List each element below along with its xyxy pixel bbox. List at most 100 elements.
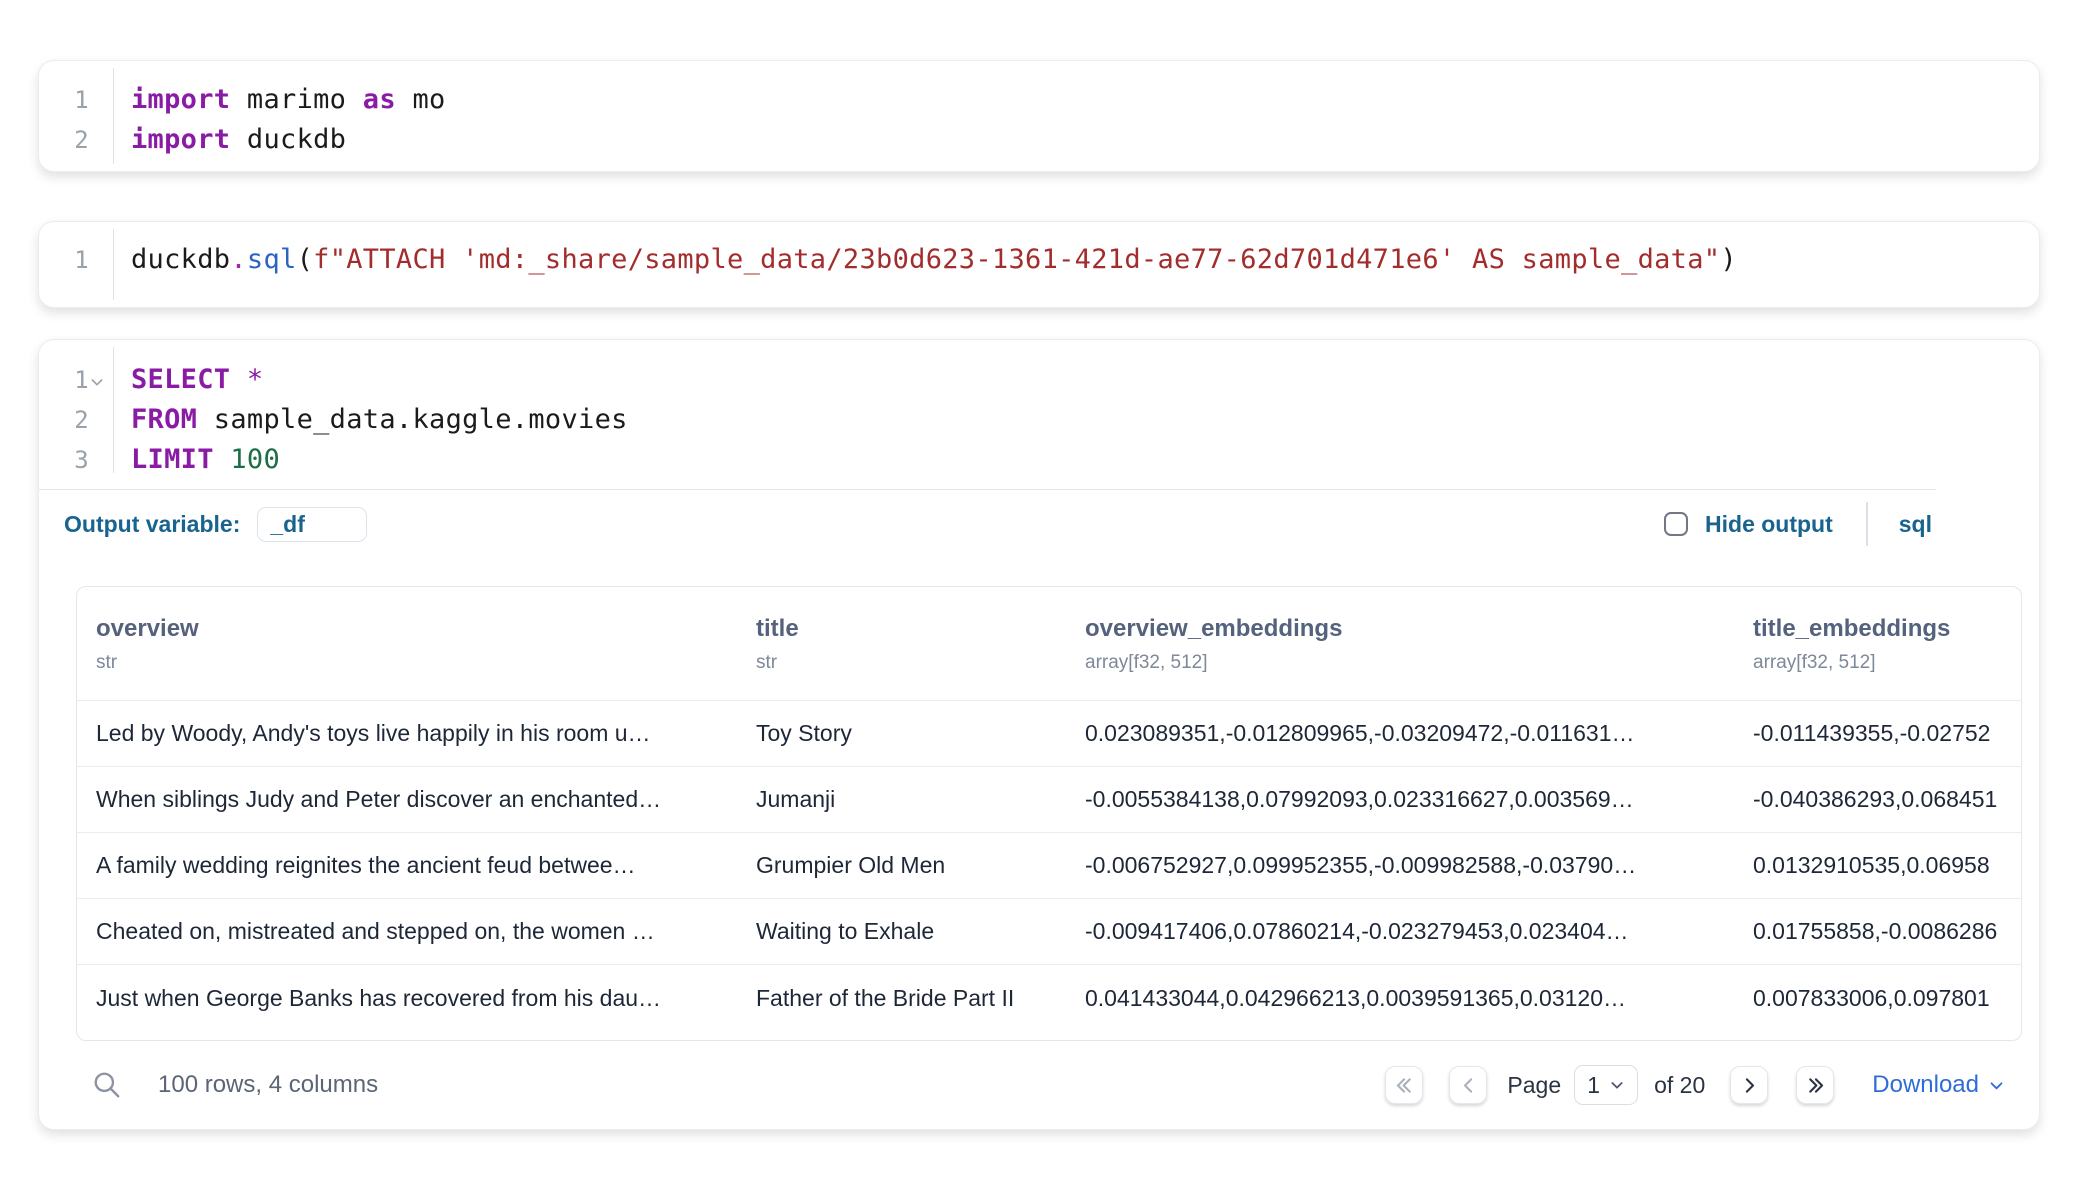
column-header-overview[interactable]: overview str bbox=[77, 615, 737, 674]
table-cell[interactable]: Waiting to Exhale bbox=[737, 918, 1066, 945]
code-token bbox=[214, 444, 231, 475]
table-cell[interactable]: 0.01755858,-0.0086286 bbox=[1734, 918, 2021, 945]
cell-imports: 1 import marimo as mo 2 import duckdb bbox=[38, 60, 2040, 172]
page-total-label: of 20 bbox=[1654, 1072, 1705, 1099]
page-label: Page bbox=[1507, 1072, 1561, 1099]
code-text: import duckdb bbox=[113, 120, 346, 159]
last-page-button[interactable] bbox=[1796, 1066, 1834, 1104]
table-cell[interactable]: 0.023089351,-0.012809965,-0.03209472,-0.… bbox=[1066, 720, 1734, 747]
column-name: title bbox=[756, 615, 1066, 643]
table-cell[interactable]: Grumpier Old Men bbox=[737, 852, 1066, 879]
first-page-button[interactable] bbox=[1385, 1066, 1423, 1104]
code-token: * bbox=[247, 364, 264, 395]
line-number: 2 bbox=[39, 121, 89, 160]
table-cell[interactable]: -0.011439355,-0.02752 bbox=[1734, 720, 2021, 747]
table-footer: 100 rows, 4 columns Page 1 bbox=[39, 1049, 2039, 1121]
table-row: When siblings Judy and Peter discover an… bbox=[77, 767, 2021, 833]
code-line[interactable]: 1 import marimo as mo bbox=[39, 80, 2039, 120]
table-row: Led by Woody, Andy's toys live happily i… bbox=[77, 701, 2021, 767]
line-number: 1 bbox=[39, 361, 89, 400]
page-select-value: 1 bbox=[1587, 1072, 1600, 1099]
table-cell[interactable]: 0.041433044,0.042966213,0.0039591365,0.0… bbox=[1066, 985, 1734, 1012]
cell-output-controls: Hide output sql bbox=[1664, 502, 1932, 546]
table-cell[interactable]: -0.040386293,0.068451 bbox=[1734, 786, 2021, 813]
line-number: 2 bbox=[39, 401, 89, 440]
chevron-right-icon bbox=[1739, 1075, 1760, 1096]
column-dtype: str bbox=[96, 652, 737, 674]
table-row: A family wedding reignites the ancient f… bbox=[77, 833, 2021, 899]
search-icon[interactable] bbox=[92, 1070, 122, 1100]
table-cell[interactable]: Led by Woody, Andy's toys live happily i… bbox=[77, 720, 737, 747]
code-text: LIMIT 100 bbox=[113, 440, 280, 479]
pagination: Page 1 of 20 bbox=[1385, 1065, 2005, 1105]
code-token: import bbox=[131, 84, 230, 115]
code-token: mo bbox=[396, 84, 446, 115]
cell-attach: 1duckdb.sql(f"ATTACH 'md:_share/sample_d… bbox=[38, 221, 2040, 308]
code-token: 100 bbox=[230, 444, 280, 475]
column-dtype: array[f32, 512] bbox=[1753, 652, 2021, 674]
chevron-down-icon bbox=[1988, 1077, 2005, 1094]
table-footer-left: 100 rows, 4 columns bbox=[92, 1070, 378, 1100]
hide-output-checkbox[interactable] bbox=[1664, 512, 1688, 536]
output-variable-group: Output variable: bbox=[64, 507, 367, 542]
code-line[interactable]: 3LIMIT 100 bbox=[39, 440, 2039, 480]
language-toggle-sql[interactable]: sql bbox=[1899, 511, 1932, 538]
column-header-overview_embeddings[interactable]: overview_embeddingsarray[f32, 512] bbox=[1066, 615, 1734, 674]
column-name: overview bbox=[96, 615, 737, 643]
line-number: 1 bbox=[39, 81, 89, 120]
code-editor-attach[interactable]: 1duckdb.sql(f"ATTACH 'md:_share/sample_d… bbox=[39, 222, 2039, 307]
table-cell[interactable]: 0.007833006,0.097801 bbox=[1734, 985, 2021, 1012]
gutter-divider bbox=[113, 347, 114, 473]
table-cell[interactable]: -0.0055384138,0.07992093,0.023316627,0.0… bbox=[1066, 786, 1734, 813]
code-token: SELECT bbox=[131, 364, 230, 395]
code-token: LIMIT bbox=[131, 444, 214, 475]
column-name: title_embeddings bbox=[1753, 615, 2021, 643]
table-cell[interactable]: Jumanji bbox=[737, 786, 1066, 813]
code-line[interactable]: 2 import duckdb bbox=[39, 120, 2039, 160]
table-cell[interactable]: 0.0132910535,0.06958 bbox=[1734, 852, 2021, 879]
code-text: SELECT * bbox=[113, 360, 263, 399]
code-token: ( bbox=[297, 244, 314, 275]
line-number: 1 bbox=[39, 241, 89, 280]
fold-chevron-icon[interactable] bbox=[89, 374, 113, 390]
table-row: Just when George Banks has recovered fro… bbox=[77, 965, 2021, 1031]
table-cell[interactable]: A family wedding reignites the ancient f… bbox=[77, 852, 737, 879]
code-token: duckdb bbox=[230, 124, 346, 155]
hide-output-label[interactable]: Hide output bbox=[1705, 511, 1833, 538]
next-page-button[interactable] bbox=[1730, 1066, 1768, 1104]
table-cell[interactable]: Father of the Bride Part II bbox=[737, 985, 1066, 1012]
column-header-title_embeddings[interactable]: title_embeddings array[f32, 512] bbox=[1734, 615, 2021, 674]
code-editor-imports[interactable]: 1 import marimo as mo 2 import duckdb bbox=[39, 61, 2039, 171]
gutter-divider bbox=[113, 68, 114, 164]
table-row: Cheated on, mistreated and stepped on, t… bbox=[77, 899, 2021, 965]
code-editor-sql[interactable]: 1 SELECT * 2 FROM sample_data.kaggle.movies… bbox=[39, 340, 2039, 480]
code-line[interactable]: 2 FROM sample_data.kaggle.movies bbox=[39, 400, 2039, 440]
download-button[interactable]: Download bbox=[1872, 1071, 2005, 1099]
page-select[interactable]: 1 bbox=[1574, 1065, 1638, 1105]
output-variable-input[interactable] bbox=[257, 507, 367, 542]
code-token: f"ATTACH 'md:_share/sample_data/23b0d623… bbox=[313, 244, 1720, 275]
column-header-title[interactable]: titlestr bbox=[737, 615, 1066, 674]
table-cell[interactable]: When siblings Judy and Peter discover an… bbox=[77, 786, 737, 813]
chevrons-right-icon bbox=[1805, 1075, 1826, 1096]
output-variable-label: Output variable: bbox=[64, 511, 240, 538]
code-token: marimo bbox=[230, 84, 362, 115]
code-token: FROM bbox=[131, 404, 197, 435]
editor-output-divider bbox=[39, 489, 1936, 490]
code-token: duckdb bbox=[131, 244, 230, 275]
code-line[interactable]: 1 SELECT * bbox=[39, 360, 2039, 400]
code-token: . bbox=[230, 244, 247, 275]
code-line[interactable]: 1duckdb.sql(f"ATTACH 'md:_share/sample_d… bbox=[39, 240, 2039, 280]
code-text: import marimo as mo bbox=[113, 80, 446, 119]
prev-page-button[interactable] bbox=[1449, 1066, 1487, 1104]
table-cell[interactable]: -0.006752927,0.099952355,-0.009982588,-0… bbox=[1066, 852, 1734, 879]
table-cell[interactable]: Toy Story bbox=[737, 720, 1066, 747]
table-cell[interactable]: Cheated on, mistreated and stepped on, t… bbox=[77, 918, 737, 945]
dataframe-table: overview strtitlestroverview_embeddingsar… bbox=[76, 586, 2022, 1041]
cell-sql-query: 1 SELECT * 2 FROM sample_data.kaggle.movies… bbox=[38, 339, 2040, 1130]
code-token: ) bbox=[1720, 244, 1737, 275]
code-text: FROM sample_data.kaggle.movies bbox=[113, 400, 628, 439]
table-cell[interactable]: Just when George Banks has recovered fro… bbox=[77, 985, 737, 1012]
chevron-left-icon bbox=[1458, 1075, 1479, 1096]
table-cell[interactable]: -0.009417406,0.07860214,-0.023279453,0.0… bbox=[1066, 918, 1734, 945]
